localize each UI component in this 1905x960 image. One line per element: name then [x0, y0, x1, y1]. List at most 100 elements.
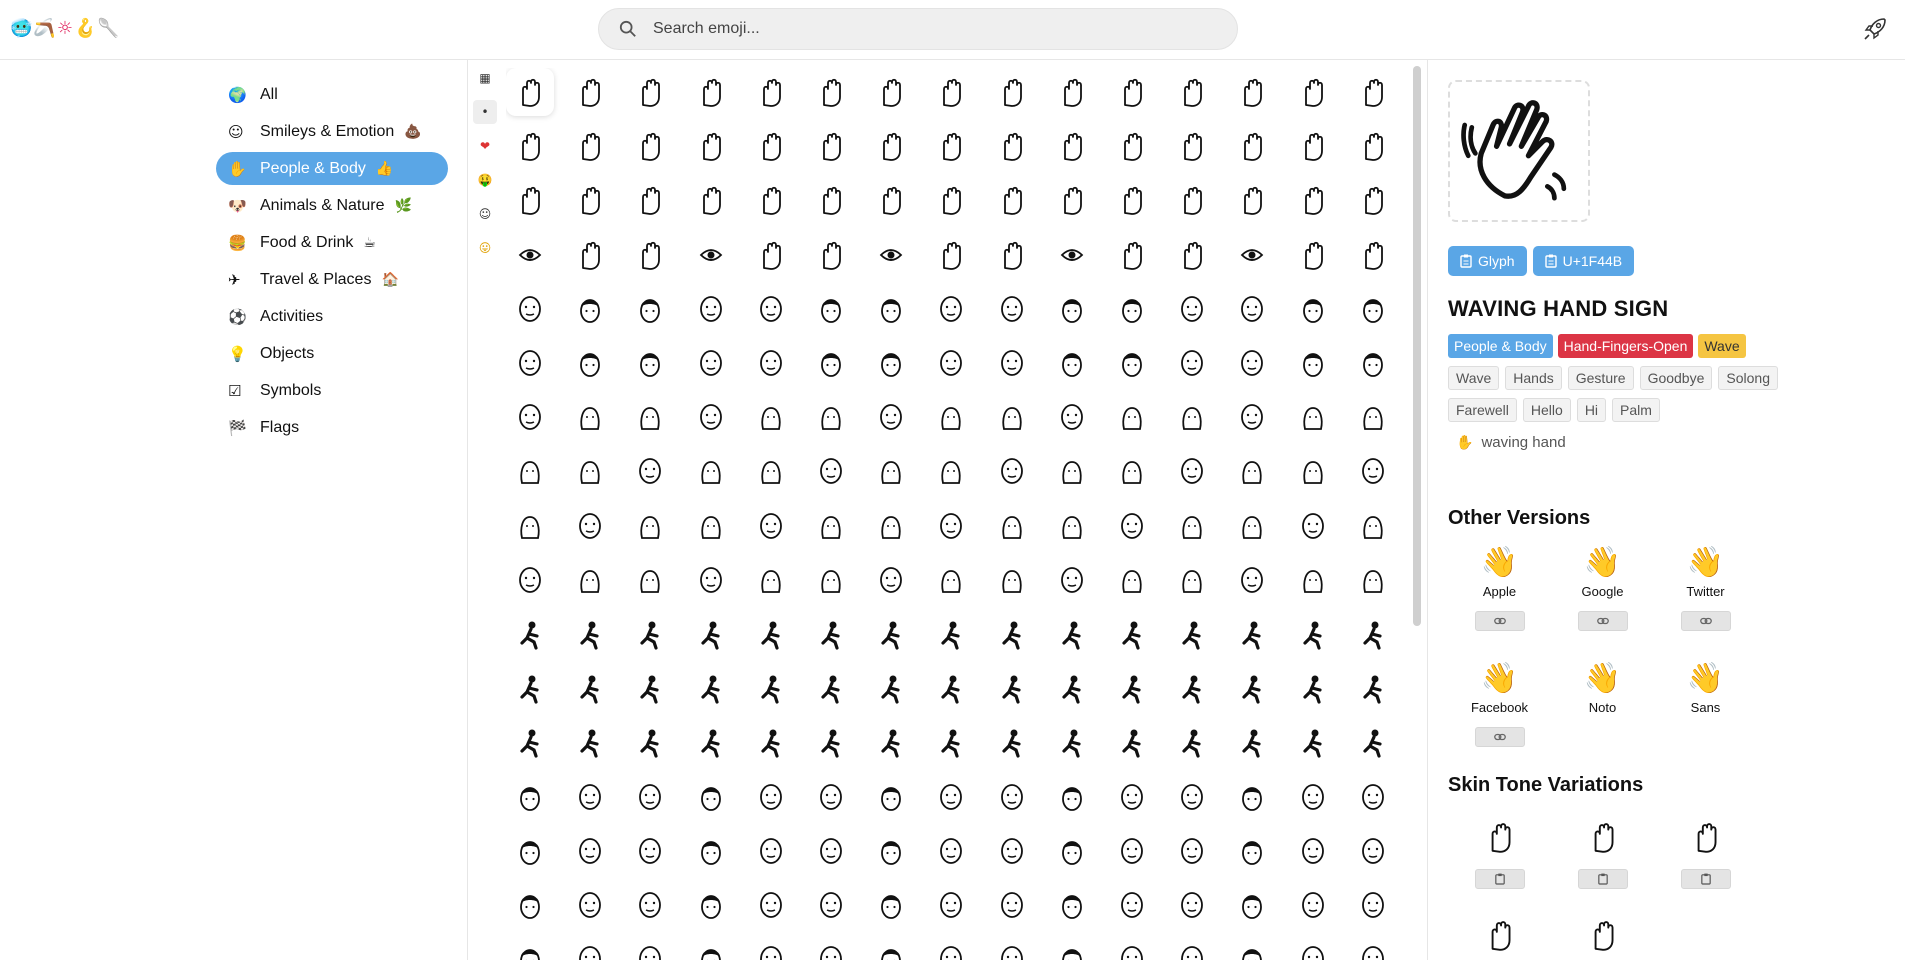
emoji-cell[interactable] — [927, 827, 975, 875]
emoji-cell[interactable] — [506, 827, 554, 875]
emoji-cell[interactable] — [626, 773, 674, 821]
emoji-cell[interactable] — [687, 718, 735, 766]
emoji-cell[interactable] — [1168, 664, 1216, 712]
emoji-cell[interactable] — [626, 68, 674, 116]
emoji-cell[interactable] — [1108, 122, 1156, 170]
emoji-cell[interactable] — [1289, 610, 1337, 658]
keyword-tag[interactable]: Palm — [1612, 398, 1660, 422]
emoji-cell[interactable] — [988, 718, 1036, 766]
dot-icon[interactable]: • — [473, 100, 497, 124]
emoji-cell[interactable] — [1228, 664, 1276, 712]
emoji-cell[interactable] — [626, 285, 674, 333]
emoji-cell[interactable] — [1289, 176, 1337, 224]
emoji-cell[interactable] — [1289, 556, 1337, 604]
emoji-cell[interactable] — [867, 122, 915, 170]
emoji-cell[interactable] — [1289, 718, 1337, 766]
emoji-cell[interactable] — [1228, 502, 1276, 550]
emoji-cell[interactable] — [566, 664, 614, 712]
sidebar-item-symbols[interactable]: ☑ Symbols — [216, 374, 448, 407]
emoji-cell[interactable] — [506, 718, 554, 766]
emoji-cell[interactable] — [506, 773, 554, 821]
search-box[interactable] — [598, 8, 1238, 50]
emoji-cell[interactable] — [1289, 502, 1337, 550]
emoji-cell[interactable] — [1349, 176, 1397, 224]
emoji-cell[interactable] — [1048, 122, 1096, 170]
emoji-cell[interactable] — [1048, 881, 1096, 929]
emoji-cell[interactable] — [747, 610, 795, 658]
emoji-cell[interactable] — [807, 231, 855, 279]
emoji-cell[interactable] — [626, 231, 674, 279]
version-link-button[interactable] — [1474, 727, 1525, 747]
keyword-tag[interactable]: Wave — [1448, 366, 1500, 390]
sidebar-item-travel-places[interactable]: ✈ Travel & Places 🏠 — [216, 263, 448, 296]
emoji-cell[interactable] — [1048, 556, 1096, 604]
emoji-cell[interactable] — [1168, 447, 1216, 495]
emoji-cell[interactable] — [626, 447, 674, 495]
emoji-cell[interactable] — [1108, 447, 1156, 495]
emoji-cell[interactable] — [927, 935, 975, 960]
emoji-cell[interactable] — [566, 610, 614, 658]
emoji-cell[interactable] — [1289, 68, 1337, 116]
emoji-cell[interactable] — [988, 664, 1036, 712]
emoji-cell[interactable] — [867, 231, 915, 279]
emoji-cell[interactable] — [988, 339, 1036, 387]
emoji-cell[interactable] — [927, 447, 975, 495]
emoji-cell[interactable] — [506, 231, 554, 279]
emoji-cell[interactable] — [747, 447, 795, 495]
emoji-cell[interactable] — [867, 176, 915, 224]
emoji-cell[interactable] — [1048, 176, 1096, 224]
emoji-cell[interactable] — [927, 285, 975, 333]
sidebar-item-animals-nature[interactable]: 🐶 Animals & Nature 🌿 — [216, 189, 448, 222]
keyword-tag[interactable]: Goodbye — [1639, 366, 1713, 390]
emoji-cell[interactable] — [807, 122, 855, 170]
emoji-cell[interactable] — [1289, 881, 1337, 929]
emoji-cell[interactable] — [807, 502, 855, 550]
emoji-cell[interactable] — [687, 176, 735, 224]
search-input[interactable] — [653, 9, 1223, 49]
emoji-cell[interactable] — [1108, 176, 1156, 224]
emoji-cell[interactable] — [1108, 881, 1156, 929]
emoji-cell[interactable] — [1108, 339, 1156, 387]
emoji-cell[interactable] — [566, 68, 614, 116]
category-tag[interactable]: People & Body — [1448, 334, 1553, 358]
emoji-cell[interactable] — [566, 502, 614, 550]
emoji-cell[interactable] — [1168, 176, 1216, 224]
emoji-cell[interactable] — [927, 664, 975, 712]
emoji-cell[interactable] — [1168, 393, 1216, 441]
emoji-cell[interactable] — [927, 773, 975, 821]
emoji-cell[interactable] — [988, 176, 1036, 224]
money-face-icon[interactable]: 🤑 — [473, 168, 497, 192]
emoji-cell[interactable] — [1289, 393, 1337, 441]
emoji-cell[interactable] — [1349, 773, 1397, 821]
emoji-cell[interactable] — [747, 773, 795, 821]
emoji-cell[interactable] — [1168, 122, 1216, 170]
emoji-cell[interactable] — [927, 393, 975, 441]
emoji-cell[interactable] — [566, 447, 614, 495]
emoji-cell[interactable] — [506, 285, 554, 333]
emoji-cell[interactable] — [1108, 664, 1156, 712]
emoji-cell[interactable] — [988, 827, 1036, 875]
emoji-cell[interactable] — [1228, 176, 1276, 224]
emoji-cell[interactable] — [927, 231, 975, 279]
emoji-cell[interactable] — [1108, 556, 1156, 604]
emoji-cell[interactable] — [1168, 718, 1216, 766]
copy-skin-tone-button[interactable] — [1577, 869, 1628, 889]
heart-icon[interactable]: ❤ — [473, 134, 497, 158]
emoji-cell[interactable] — [506, 339, 554, 387]
emoji-cell[interactable] — [927, 339, 975, 387]
emoji-cell[interactable] — [988, 935, 1036, 960]
sidebar-item-objects[interactable]: 💡 Objects — [216, 337, 448, 370]
emoji-cell[interactable] — [1168, 935, 1216, 960]
emoji-cell[interactable] — [927, 718, 975, 766]
emoji-cell[interactable] — [1228, 881, 1276, 929]
emoji-cell[interactable] — [626, 122, 674, 170]
sidebar-item-activities[interactable]: ⚽ Activities — [216, 300, 448, 333]
emoji-cell[interactable] — [1228, 122, 1276, 170]
emoji-cell[interactable] — [988, 68, 1036, 116]
copy-skin-tone-button[interactable] — [1680, 869, 1731, 889]
emoji-cell[interactable] — [1048, 827, 1096, 875]
emoji-cell[interactable] — [626, 827, 674, 875]
emoji-cell[interactable] — [867, 68, 915, 116]
emoji-cell[interactable] — [506, 447, 554, 495]
emoji-cell[interactable] — [867, 718, 915, 766]
